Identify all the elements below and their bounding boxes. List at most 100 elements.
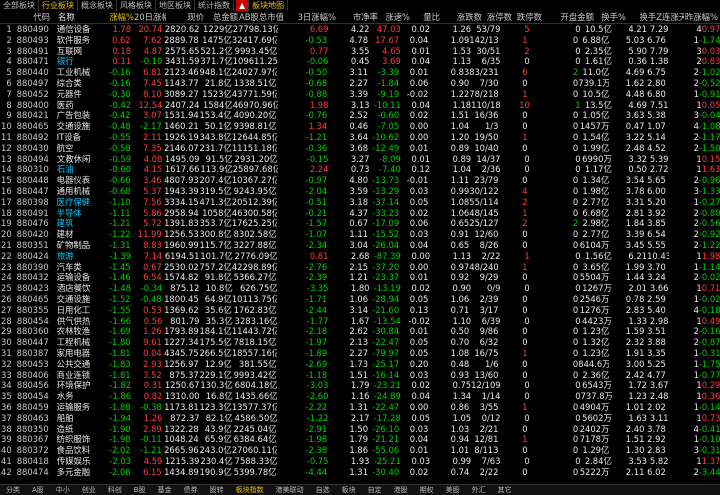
table-row[interactable]: 15 880448 电器仪表 -0.66 3.46 4807.93 207.4亿 10367.… — [0, 175, 720, 186]
column-header[interactable]: 跌停数 — [512, 12, 542, 23]
table-row[interactable]: 13 880494 文教休闲 -0.59 4.08 1495.09 91.5亿 2931.20… — [0, 154, 720, 165]
table-row[interactable]: 35 880454 水务 -1.86 0.82 1310.00 16.8亿 1435.66亿 -… — [0, 391, 720, 402]
table-row[interactable]: 5 880440 工业机械 -0.16 6.81 2123.46 948.1亿 24027.9… — [0, 67, 720, 78]
board-name[interactable]: 传媒娱乐 — [51, 456, 92, 467]
board-name[interactable]: 半导体 — [51, 208, 92, 219]
column-header[interactable]: 连涨天 — [662, 12, 684, 23]
column-header[interactable]: 换手Z — [626, 12, 663, 23]
board-name[interactable]: 工业机械 — [51, 67, 92, 78]
table-row[interactable]: 24 880432 运输设备 -1.46 6.54 1574.82 91.8亿 5366.27… — [0, 272, 720, 283]
board-name[interactable]: 供气供热 — [51, 316, 92, 327]
column-header[interactable]: 涨幅% — [94, 12, 134, 23]
table-row[interactable]: 23 880390 汽车类 -1.45 0.67 2530.02 757.2亿 42298.8… — [0, 262, 720, 273]
table-row[interactable]: 37 880463 船舶 -1.94 1.26 872.37 82.1亿 4586.50亿 -1… — [0, 413, 720, 424]
table-row[interactable]: 41 880418 传媒娱乐 -2.03 4.59 1215.39 230.4亿 7588.3… — [0, 456, 720, 467]
table-row[interactable]: 7 880452 元器件 -0.30 8.10 3089.27 1523亿 43771.59亿… — [0, 89, 720, 100]
table-row[interactable]: 36 880459 运输服务 -1.88 -0.38 1173.81 123.3亿 13577… — [0, 402, 720, 413]
board-name[interactable]: 交通设施 — [51, 294, 92, 305]
board-name[interactable]: 医药 — [51, 100, 92, 111]
table-row[interactable]: 14 880310 石油 -0.60 4.15 1617.66 113.9亿 25897.68… — [0, 164, 720, 175]
board-name[interactable]: 建材 — [51, 229, 92, 240]
tab-2[interactable]: 概念板块 — [78, 0, 117, 11]
board-name[interactable]: 运输设备 — [51, 272, 92, 283]
table-row[interactable]: 19 880476 建筑 -1.21 5.72 1391.83 353.7亿 17625.25… — [0, 218, 720, 229]
column-header[interactable]: 换手% — [594, 12, 626, 23]
board-name[interactable]: 通用机械 — [51, 186, 92, 197]
board-name[interactable]: 通信设备 — [51, 24, 92, 35]
board-name[interactable]: 日用化工 — [51, 305, 92, 316]
column-header[interactable]: 量比 — [410, 12, 440, 23]
board-name[interactable]: 广告包装 — [51, 110, 92, 121]
table-row[interactable]: 11 880492 IT设备 -0.55 2.11 1926.19 343.8亿 12644.… — [0, 132, 720, 143]
table-row[interactable]: 21 880351 矿物制品 -1.31 8.83 1960.99 115.7亿 3227.8… — [0, 240, 720, 251]
table-row[interactable]: 10 880465 交通设施 -0.48 -2.17 1460.21 50.1亿 9398.8… — [0, 121, 720, 132]
table-row[interactable]: 27 880355 日用化工 -1.55 0.53 1369.62 35.6亿 1762.83… — [0, 305, 720, 316]
board-name[interactable]: 酒店餐饮 — [51, 283, 92, 294]
column-header[interactable]: 名称 — [52, 12, 94, 23]
board-name[interactable]: 交通设施 — [51, 121, 92, 132]
table-row[interactable]: 40 880372 食品饮料 -2.02 -1.21 2665.96 243.0亿 27060… — [0, 445, 720, 456]
board-name[interactable]: 软件服务 — [51, 35, 92, 46]
board-name[interactable]: 航空 — [51, 143, 92, 154]
table-row[interactable]: 26 880465 交通设施 -1.52 -0.48 1800.45 64.9亿 10113.… — [0, 294, 720, 305]
column-header[interactable]: 市净率 — [336, 12, 378, 23]
board-name[interactable]: 水务 — [51, 391, 92, 402]
board-name[interactable]: 公共交通 — [51, 359, 92, 370]
board-name[interactable]: 船舶 — [51, 413, 92, 424]
board-name[interactable]: 电器仪表 — [51, 175, 92, 186]
column-header[interactable]: 20日涨幅% — [134, 12, 166, 23]
table-row[interactable]: 2 880493 软件服务 0.62 7.62 2889.78 1475亿 32417.69亿… — [0, 35, 720, 46]
board-name[interactable]: 工程机械 — [51, 337, 92, 348]
column-header[interactable]: 涨停数 — [482, 12, 512, 23]
board-name[interactable]: 建筑 — [51, 218, 92, 229]
board-name[interactable]: 农林牧渔 — [51, 326, 92, 337]
column-header[interactable]: 开盘金额 — [542, 12, 595, 23]
board-name[interactable]: 银行 — [51, 56, 92, 67]
table-row[interactable]: 4 880471 银行 0.11 -0.10 3431.59 371.7亿 109611.25… — [0, 56, 720, 67]
table-row[interactable]: 32 880453 公共交通 -1.83 2.93 1256.97 12.9亿 381.55亿… — [0, 359, 720, 370]
board-name[interactable]: 环境保护 — [51, 380, 92, 391]
board-name[interactable]: 文教休闲 — [51, 154, 92, 165]
column-header[interactable]: 涨跌数 — [440, 12, 482, 23]
table-row[interactable]: 30 880447 工程机械 -1.80 9.61 1227.34 175.5亿 7818.1… — [0, 337, 720, 348]
board-name[interactable]: 造纸 — [51, 424, 92, 435]
column-header[interactable]: AB股总市值 — [238, 12, 284, 23]
special-tab[interactable]: ▲ — [236, 0, 250, 11]
board-name[interactable]: 综合类 — [51, 78, 92, 89]
tab-1[interactable]: 行业板块 — [39, 0, 78, 11]
table-row[interactable]: 6 880497 综合类 -0.16 7.45 1143.77 21.8亿 1338.51亿 -… — [0, 78, 720, 89]
board-name[interactable]: 医疗保健 — [51, 197, 92, 208]
board-name[interactable]: 互联网 — [51, 46, 92, 57]
board-name[interactable]: 汽车类 — [51, 262, 92, 273]
board-map-tab[interactable]: 板块地图 — [249, 0, 289, 11]
table-row[interactable]: 39 880367 纺织服饰 -1.98 -0.11 1048.24 65.9亿 6384.6… — [0, 434, 720, 445]
table-row[interactable]: 12 880430 航空 -0.58 7.35 2146.07 231.7亿 11151.18… — [0, 143, 720, 154]
table-row[interactable]: 34 880456 环境保护 -1.82 0.31 1250.67 130.3亿 6804.1… — [0, 380, 720, 391]
table-row[interactable]: 3 880491 互联网 0.18 4.87 2575.65 521.2亿 9993.45亿 0… — [0, 46, 720, 57]
table-row[interactable]: 9 880421 广告包装 -0.42 3.07 1531.94 153.4亿 4090.20… — [0, 110, 720, 121]
column-header[interactable]: 涨速% — [378, 12, 410, 23]
table-row[interactable]: 38 880350 造纸 -1.90 2.89 1322.28 43.9亿 2245.04亿 -… — [0, 424, 720, 435]
column-header[interactable]: 总金额 — [204, 12, 238, 23]
board-name[interactable]: 旅游 — [51, 251, 92, 262]
column-header[interactable]: 代码 — [12, 12, 52, 23]
board-name[interactable]: 商业连锁 — [51, 370, 92, 381]
table-row[interactable]: 20 880420 建材 -1.22 11.99 1256.53 300.8亿 8302.58… — [0, 229, 720, 240]
table-row[interactable]: 28 880454 供气供热 -1.66 0.56 801.79 35.3亿 3283.16亿… — [0, 316, 720, 327]
table-row[interactable]: 33 880406 商业连锁 -1.81 3.52 875.37 229.1亿 9993.42… — [0, 370, 720, 381]
table-row[interactable]: 17 880398 医疗保健 -1.10 7.56 3334.15 471.3亿 20512.… — [0, 197, 720, 208]
tab-4[interactable]: 地区板块 — [156, 0, 195, 11]
table-row[interactable]: 1 880490 通信设备 1.78 20.74 2820.62 1229亿 27798.13… — [0, 24, 720, 35]
tab-3[interactable]: 风格板块 — [117, 0, 156, 11]
tab-5[interactable]: 统计指数 — [195, 0, 234, 11]
table-row[interactable]: 18 880491 半导体 -1.11 5.86 2958.94 1058亿 46300.58… — [0, 208, 720, 219]
table-row[interactable]: 25 880423 酒店餐饮 -1.48 -0.34 875.12 10.8亿 626.75亿… — [0, 283, 720, 294]
board-name[interactable]: 家用电器 — [51, 348, 92, 359]
table-row[interactable]: 42 880474 多元金融 -2.08 6.15 1434.89 190.9亿 5399.7… — [0, 467, 720, 478]
board-name[interactable]: 纺织服饰 — [51, 434, 92, 445]
column-header[interactable]: 3日涨幅% — [284, 12, 336, 23]
table-row[interactable]: 31 880387 家用电器 -1.81 0.04 4345.75 266.5亿 18557.… — [0, 348, 720, 359]
tab-0[interactable]: 全部板块 — [0, 0, 39, 11]
column-header[interactable]: 现价 — [166, 12, 204, 23]
board-name[interactable]: 运输服务 — [51, 402, 92, 413]
